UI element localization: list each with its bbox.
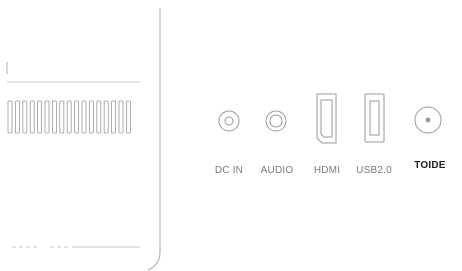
housing-right-edge	[147, 8, 161, 271]
port-label-dc-in: DC IN	[214, 165, 244, 176]
vent-slot	[81, 100, 87, 134]
vent-slot	[37, 100, 42, 134]
vent-slot	[14, 100, 20, 134]
dc-jack-icon	[218, 110, 240, 132]
vent-slot	[22, 100, 28, 134]
vent-slot	[89, 100, 94, 134]
vent-slot	[74, 100, 79, 134]
vent-grille	[7, 100, 131, 134]
coax-port-icon	[414, 106, 442, 134]
port-label-audio: AUDIO	[260, 165, 294, 176]
vent-slot	[66, 100, 72, 134]
vent-slot	[103, 100, 109, 134]
usb-port-icon	[364, 93, 385, 143]
hdmi-port-icon	[316, 93, 337, 144]
port-label-hdmi: HDMI	[313, 165, 341, 176]
vent-slot	[118, 100, 124, 134]
vent-slot	[52, 100, 57, 134]
vent-slot	[126, 100, 131, 134]
vent-slot	[59, 100, 65, 134]
port-label-usb: USB2.0	[356, 165, 392, 176]
port-label-toide: TOIDE	[414, 160, 446, 171]
device-housing	[6, 8, 161, 271]
vent-slot	[7, 100, 13, 134]
vent-slot	[96, 100, 102, 134]
audio-jack-icon	[265, 110, 287, 132]
vent-slot	[29, 100, 35, 134]
device-panel-diagram	[6, 8, 442, 271]
vent-slot	[111, 100, 116, 134]
vent-slot	[44, 100, 50, 134]
